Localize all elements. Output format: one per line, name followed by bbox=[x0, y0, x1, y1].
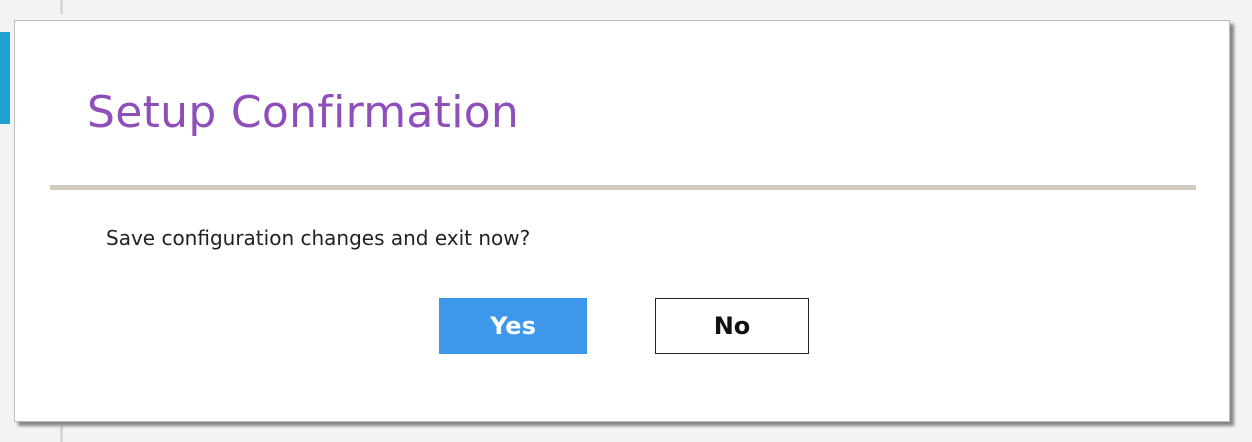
setup-confirmation-dialog: Setup Confirmation Save configuration ch… bbox=[14, 20, 1230, 422]
dialog-message: Save configuration changes and exit now? bbox=[106, 226, 531, 250]
background-divider-bottom bbox=[60, 426, 63, 442]
background-accent-bar bbox=[0, 32, 10, 124]
yes-button[interactable]: Yes bbox=[439, 298, 587, 354]
title-divider bbox=[50, 185, 1196, 190]
dialog-title: Setup Confirmation bbox=[87, 87, 520, 138]
background-divider-top bbox=[60, 0, 63, 14]
no-button[interactable]: No bbox=[655, 298, 809, 354]
